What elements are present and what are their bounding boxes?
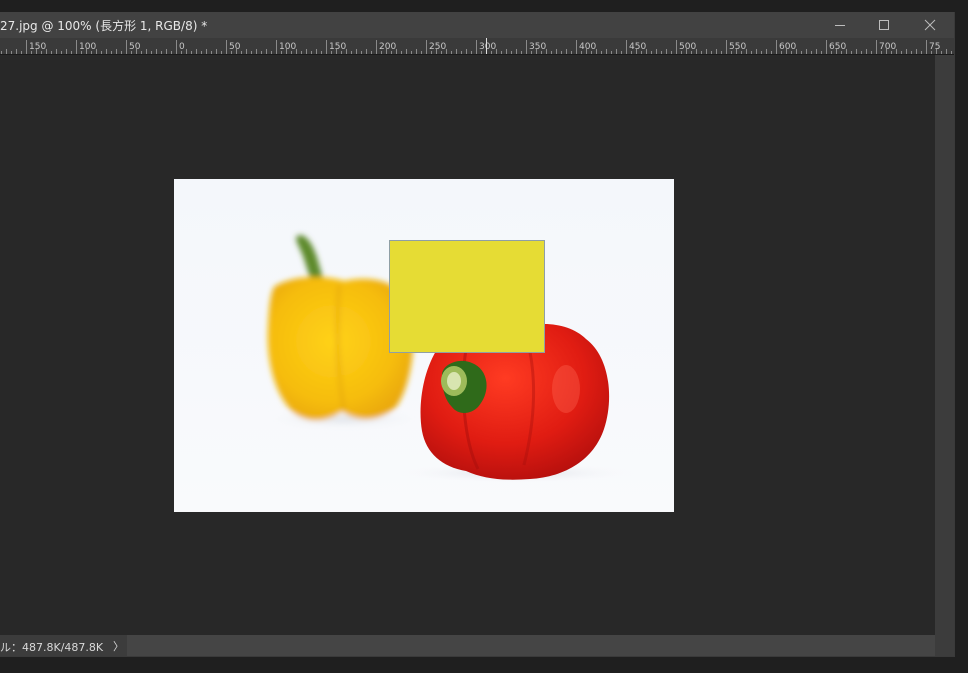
maximize-icon <box>879 20 889 30</box>
ruler-label: 0 <box>179 42 185 52</box>
ruler-label: 500 <box>679 42 696 52</box>
ruler-label: 400 <box>579 42 596 52</box>
ruler-label: 350 <box>529 42 546 52</box>
document-window: 27.jpg @ 100% (長方形 1, RGB/8) * 150 100 50 0… <box>0 12 955 657</box>
ruler-label: 150 <box>329 42 346 52</box>
minimize-button[interactable] <box>818 12 862 38</box>
ruler-label: 450 <box>629 42 646 52</box>
horizontal-scrollbar[interactable] <box>127 635 935 656</box>
document-tab-title[interactable]: 27.jpg @ 100% (長方形 1, RGB/8) * <box>0 17 207 34</box>
ruler-label: 250 <box>429 42 446 52</box>
ruler-label: 50 <box>129 42 141 52</box>
close-icon <box>924 19 936 31</box>
horizontal-ruler[interactable]: 150 100 50 0 50 100 150 200 250 300 350 400 450 500 55… <box>0 38 954 55</box>
ruler-label: 150 <box>29 42 46 52</box>
document-size-info[interactable]: ル：487.8K/487.8K <box>0 639 103 655</box>
ruler-label: 650 <box>829 42 846 52</box>
ruler-label: 700 <box>879 42 896 52</box>
maximize-button[interactable] <box>862 12 906 38</box>
status-bar: ル：487.8K/487.8K 〉 <box>0 635 935 656</box>
ruler-label: 300 <box>479 42 496 52</box>
close-button[interactable] <box>908 12 952 38</box>
ruler-label: 75 <box>929 42 940 52</box>
ruler-label: 100 <box>279 42 296 52</box>
ruler-label: 550 <box>729 42 746 52</box>
ruler-label: 100 <box>79 42 96 52</box>
scrollbar-corner <box>935 635 954 656</box>
ruler-label: 50 <box>229 42 241 52</box>
ruler-label: 200 <box>379 42 396 52</box>
status-menu-arrow-icon[interactable]: 〉 <box>113 638 124 654</box>
ruler-label: 600 <box>779 42 796 52</box>
ruler-scale: 150 100 50 0 50 100 150 200 250 300 350 400 450 500 55… <box>1 38 952 54</box>
vertical-scrollbar[interactable] <box>935 55 954 635</box>
minimize-icon <box>835 25 845 26</box>
shape-layer-rectangle[interactable] <box>389 240 545 353</box>
title-bar[interactable]: 27.jpg @ 100% (長方形 1, RGB/8) * <box>0 12 954 38</box>
